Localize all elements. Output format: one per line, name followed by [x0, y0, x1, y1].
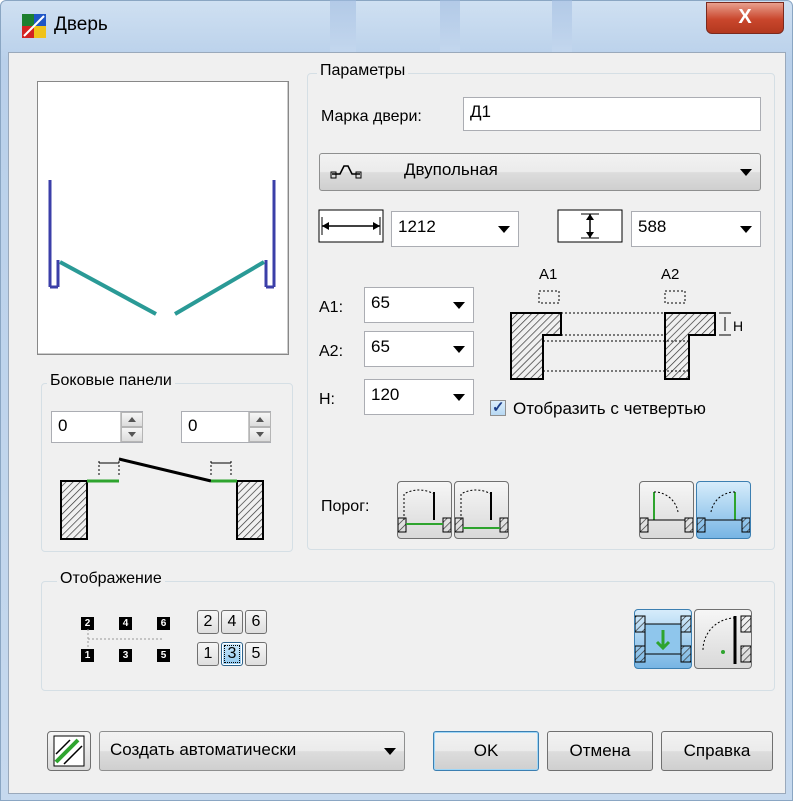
display-button-3[interactable]: 3 [221, 642, 243, 666]
door-preview-drawing [48, 180, 276, 316]
cancel-button[interactable]: Отмена [547, 731, 653, 771]
a2-label: A2: [319, 343, 344, 360]
close-icon: X [738, 6, 752, 28]
display-swing-button[interactable] [694, 609, 752, 669]
h-combo[interactable]: 120 [364, 379, 474, 415]
create-mode-icon-button[interactable] [47, 731, 91, 771]
door-type-dropdown[interactable]: Двупольная [319, 153, 761, 191]
h-label: H: [319, 391, 335, 408]
a2-combo[interactable]: 65 [364, 331, 474, 367]
display-button-6[interactable]: 6 [245, 610, 267, 634]
threshold-option-3-button[interactable] [639, 481, 694, 539]
swing-view-icon [702, 615, 752, 664]
door-mark-label: Марка двери: [321, 108, 422, 125]
display-plan-button[interactable] [634, 609, 692, 669]
quarter-checkbox[interactable]: ✓ [490, 399, 506, 416]
spin-up-icon [121, 412, 143, 427]
door-preview [37, 81, 289, 355]
side-panel-left-spinner[interactable] [120, 412, 143, 442]
door-type-icon [330, 165, 362, 179]
svg-text:A1: A1 [539, 266, 557, 283]
parameters-label: Параметры [317, 62, 409, 80]
threshold-2-icon [454, 489, 509, 533]
display-button-4[interactable]: 4 [221, 610, 243, 634]
display-button-1[interactable]: 1 [197, 642, 219, 666]
quarter-diagram: A1 A2 H [510, 266, 743, 380]
svg-text:H: H [733, 318, 743, 334]
window-title: Дверь [54, 14, 108, 35]
depth-combo[interactable]: 588 [631, 211, 761, 247]
spin-down-icon [249, 427, 271, 442]
quarter-label[interactable]: Отобразить с четвертью [513, 399, 706, 419]
display-button-5[interactable]: 5 [245, 642, 267, 666]
threshold-3-icon [639, 491, 694, 533]
depth-icon [557, 209, 623, 243]
door-dialog: Дверь X Боковые панели 0 0 Параметры Мар… [0, 0, 793, 801]
check-icon: ✓ [492, 399, 505, 416]
width-combo[interactable]: 1212 [391, 211, 519, 247]
plan-view-icon [634, 615, 692, 663]
create-mode-dropdown[interactable]: Создать автоматически [99, 731, 405, 771]
display-label: Отображение [57, 570, 165, 588]
threshold-4-icon [696, 491, 751, 533]
markers-connector [87, 629, 163, 649]
svg-text:A2: A2 [661, 266, 679, 283]
width-icon [318, 209, 384, 243]
help-button[interactable]: Справка [661, 731, 773, 771]
a1-label: A1: [319, 299, 344, 316]
spin-down-icon [121, 427, 143, 442]
close-button[interactable]: X [706, 2, 784, 34]
threshold-1-icon [397, 489, 452, 533]
display-button-2[interactable]: 2 [197, 610, 219, 634]
ok-button[interactable]: OK [433, 731, 539, 771]
side-panels-diagram [60, 457, 264, 540]
threshold-label: Порог: [321, 498, 370, 515]
title-bar[interactable]: Дверь X [0, 0, 793, 52]
dialog-client: Боковые панели 0 0 Параметры Марка двери… [8, 52, 786, 794]
threshold-option-2-button[interactable] [454, 481, 509, 539]
auto-create-icon [53, 735, 85, 767]
side-panel-right-spinner[interactable] [248, 412, 271, 442]
app-icon [22, 14, 46, 38]
threshold-option-4-button[interactable] [696, 481, 751, 539]
door-mark-input[interactable]: Д1 [463, 97, 761, 131]
a1-combo[interactable]: 65 [364, 287, 474, 323]
spin-up-icon [249, 412, 271, 427]
threshold-option-1-button[interactable] [397, 481, 452, 539]
side-panels-label: Боковые панели [47, 372, 175, 390]
